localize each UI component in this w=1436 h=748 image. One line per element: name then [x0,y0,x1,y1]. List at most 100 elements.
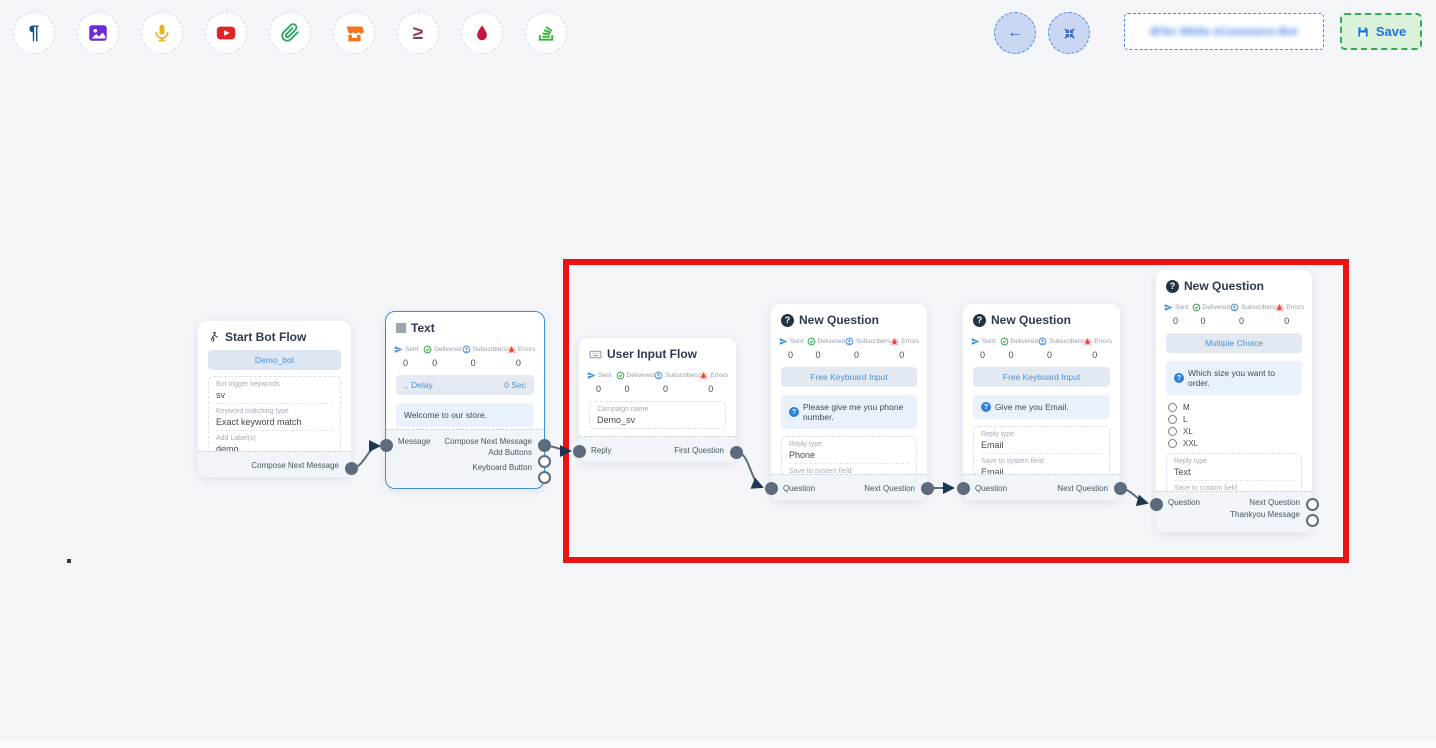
delivered-icon [807,337,816,346]
port-question-in[interactable] [957,482,970,495]
sent-icon [1164,303,1173,312]
port-next-question[interactable] [1306,498,1319,511]
stat-sent: Sent 0 [394,345,423,368]
stat-errors: Errors 0 [507,345,536,368]
stat-delivered: Delivered 0 [807,337,845,360]
back-button[interactable]: ← [994,12,1036,54]
port-add-buttons[interactable] [538,455,551,468]
node-text[interactable]: Text Sent 0 Delivered 0 Subscri [385,311,545,489]
delivered-icon [616,371,625,380]
stat-subscribers: Subscribers 0 [462,345,507,368]
stats-row: Sent 0 Delivered 0 Subscribers 0 [1156,297,1312,326]
input-question-label: Question [975,484,1007,493]
question-icon: ? [1166,280,1179,293]
stats-row: Sent 0 Delivered 0 Subscribers 0 [386,339,544,368]
field-reply-type: Reply type Phone [789,437,909,463]
port-compose-next-message[interactable] [345,462,358,475]
radio-icon [1168,415,1177,424]
save-button[interactable]: Save [1340,13,1422,50]
port-question-in[interactable] [1150,498,1163,511]
output-first-question: First Question [674,446,724,455]
walking-person-icon [208,331,220,343]
node-header: Start Bot Flow [198,321,351,348]
port-message-in[interactable] [380,439,393,452]
port-reply-in[interactable] [573,445,586,458]
port-compose-next-message[interactable] [538,439,551,452]
errors-icon [890,337,899,346]
input-question-label: Question [1168,498,1200,507]
toolbar-ecommerce-button[interactable] [333,12,375,54]
question-preview: ? Which size you want to order. [1166,361,1302,395]
node-question-size[interactable]: ? New Question Sent 0 Delivered 0 [1155,269,1313,533]
stat-delivered: Delivered 0 [1192,303,1230,326]
node-question-phone[interactable]: ? New Question Sent 0 Delivered 0 [770,303,928,501]
port-thankyou-message[interactable] [1306,514,1319,527]
node-header: ? New Question [771,304,927,331]
sent-icon [394,345,403,354]
stat-delivered: Delivered 0 [423,345,461,368]
fit-screen-button[interactable] [1048,12,1090,54]
port-question-in[interactable] [765,482,778,495]
stat-errors: Errors 0 [1275,303,1304,326]
node-header: ? New Question [1156,270,1312,297]
stat-subscribers: Subscribers 0 [1230,303,1275,326]
option-row: XL [1168,425,1302,437]
errors-icon [699,371,708,380]
node-title: New Question [1184,279,1264,293]
node-user-input-flow[interactable]: User Input Flow Sent 0 Delivered 0 [578,337,737,463]
toolbar-file-button[interactable] [269,12,311,54]
toolbar-condition-button[interactable]: ≥ [397,12,439,54]
toolbar-video-button[interactable] [205,12,247,54]
port-keyboard-button[interactable] [538,471,551,484]
subscribers-icon [1038,337,1047,346]
output-compose-next-message: Compose Next Message [251,461,339,470]
flow-name-blurred-text: BTec White eCommerce Bot [1151,26,1298,38]
field-matching-type: Keyword matching type Exact keyword matc… [216,403,333,430]
bot-name-button[interactable]: Demo_bot [208,350,341,370]
question-type-button[interactable]: Free Keyboard Input [973,367,1110,387]
toolbar-drip-button[interactable] [461,12,503,54]
input-reply-label: Reply [591,446,611,455]
keyboard-icon [589,348,602,361]
option-row: M [1168,401,1302,413]
port-first-question[interactable] [730,446,743,459]
subscribers-icon [654,371,663,380]
question-preview: ? Give me you Email. [973,395,1110,419]
flow-name-input[interactable]: BTec White eCommerce Bot [1124,13,1324,50]
subscribers-icon [845,337,854,346]
stat-subscribers: Subscribers 0 [845,337,890,360]
options-list: M L XL XXL [1168,401,1302,449]
stat-subscribers: Subscribers 0 [654,371,699,394]
flow-canvas[interactable]: ¶ ≥ [0,0,1436,748]
output-next-question: Next Question [864,484,915,493]
delivered-icon [423,345,432,354]
node-title: Start Bot Flow [225,330,306,344]
compress-icon [1062,26,1077,41]
toolbar-image-button[interactable] [77,12,119,54]
toolbar-text-button[interactable]: ¶ [13,12,55,54]
input-message-label: Message [398,437,430,446]
youtube-icon [215,22,237,44]
sent-icon [971,337,980,346]
droplet-icon [473,24,491,42]
output-keyboard-button: Keyboard Button [472,463,532,472]
errors-icon [1083,337,1092,346]
node-start-bot-flow[interactable]: Start Bot Flow Demo_bot Bot trigger keyw… [197,320,352,478]
port-next-question[interactable] [1114,482,1127,495]
port-next-question[interactable] [921,482,934,495]
node-title: Text [411,321,435,335]
image-icon [87,22,109,44]
sent-icon [587,371,596,380]
text-block-icon [396,323,406,333]
radio-icon [1168,427,1177,436]
toolbar-sequence-button[interactable] [525,12,567,54]
node-header: User Input Flow [579,338,736,365]
output-thankyou-message: Thankyou Message [1230,510,1300,519]
toolbar-audio-button[interactable] [141,12,183,54]
node-question-email[interactable]: ? New Question Sent 0 Delivered 0 [962,303,1121,501]
stat-errors: Errors 0 [1083,337,1112,360]
question-type-button[interactable]: Multiple Choice [1166,333,1302,353]
radio-icon [1168,439,1177,448]
question-type-button[interactable]: Free Keyboard Input [781,367,917,387]
question-icon: ? [973,314,986,327]
